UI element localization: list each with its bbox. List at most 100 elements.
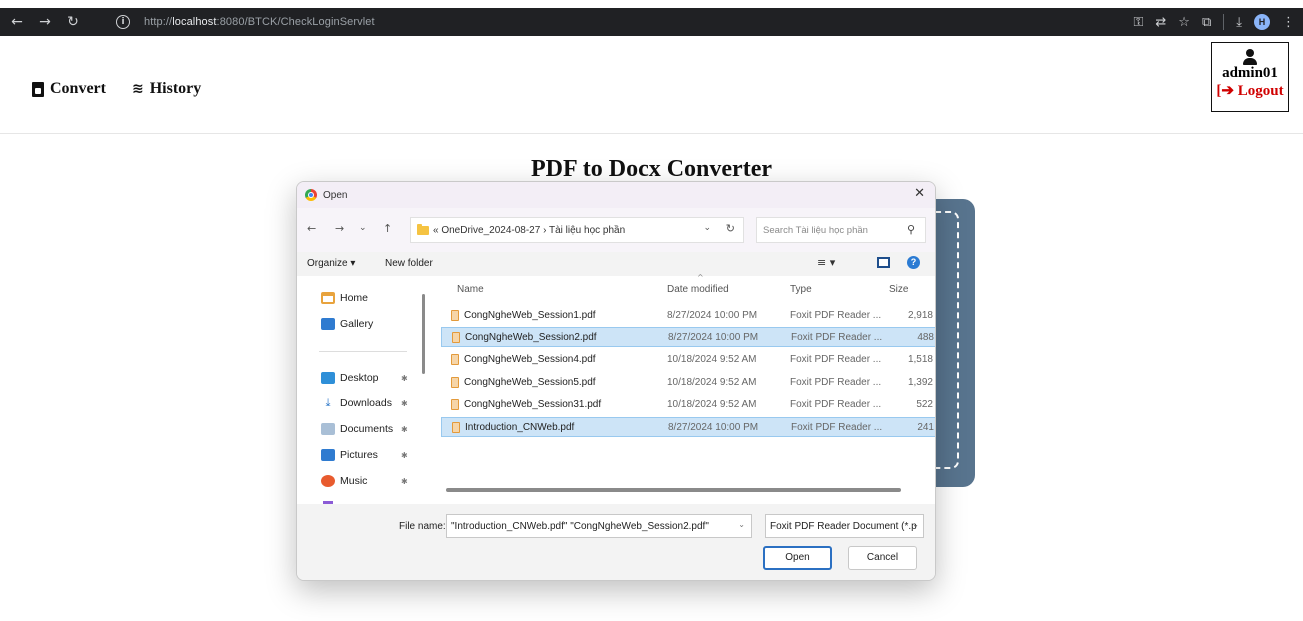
path-breadcrumb[interactable]: « OneDrive_2024-08-27 › Tài liệu học phầ… xyxy=(410,217,744,243)
url-text[interactable]: http://localhost:8080/BTCK/CheckLoginSer… xyxy=(144,16,375,28)
file-name-cell: CongNgheWeb_Session2.pdf xyxy=(452,331,597,343)
file-name-text: Introduction_CNWeb.pdf xyxy=(465,421,575,433)
pdf-file-icon xyxy=(451,309,459,321)
horizontal-scrollbar[interactable] xyxy=(446,488,901,492)
browser-actions: ⚿ ⇄ ☆ ⧉ ⤓ H ⋮ xyxy=(1133,11,1295,33)
file-row[interactable]: CongNgheWeb_Session1.pdf 8/27/2024 10:00 … xyxy=(441,305,935,325)
sidebar-item-label: Pictures xyxy=(340,449,378,461)
chevron-down-icon[interactable]: ⌄ xyxy=(738,520,745,529)
path-text: « OneDrive_2024-08-27 › Tài liệu học phầ… xyxy=(433,224,626,236)
file-size-cell: 1,518 xyxy=(907,353,933,365)
up-arrow-icon[interactable]: ↑ xyxy=(383,222,392,235)
file-row[interactable]: Introduction_CNWeb.pdf 8/27/2024 10:00 PM… xyxy=(441,417,935,437)
sidebar-divider xyxy=(319,351,407,352)
file-name-cell: CongNgheWeb_Session1.pdf xyxy=(451,309,596,321)
file-name-input[interactable]: "Introduction_CNWeb.pdf" "CongNgheWeb_Se… xyxy=(446,514,752,538)
reload-icon[interactable]: ↻ xyxy=(62,11,84,33)
chrome-icon xyxy=(305,189,317,201)
file-type-cell: Foxit PDF Reader ... xyxy=(790,398,882,410)
dialog-footer: File name: "Introduction_CNWeb.pdf" "Con… xyxy=(297,504,935,580)
dialog-address-row: ← → ⌄ ↑ « OneDrive_2024-08-27 › Tài liệu… xyxy=(297,208,935,252)
new-folder-button[interactable]: New folder xyxy=(385,258,433,269)
sidebar-item-music[interactable]: Music xyxy=(321,475,367,487)
url-host: localhost xyxy=(172,16,217,28)
pdf-file-icon xyxy=(452,331,460,343)
file-name-text: CongNgheWeb_Session4.pdf xyxy=(464,353,596,365)
nav-history-link[interactable]: ≋ History xyxy=(132,80,201,98)
sidebar-item-downloads[interactable]: ⤓ Downloads xyxy=(321,396,392,410)
forward-arrow-icon[interactable]: → xyxy=(34,11,56,33)
file-type-cell: Foxit PDF Reader ... xyxy=(791,421,883,433)
file-size-cell: 241 xyxy=(917,421,934,433)
file-size-cell: 1,392 xyxy=(907,376,933,388)
open-button[interactable]: Open xyxy=(763,546,832,570)
navigation-pane: Home Gallery Desktop ✱ ⤓ Downloads ✱ Docu… xyxy=(297,276,435,506)
file-name-text: CongNgheWeb_Session31.pdf xyxy=(464,398,602,410)
sidebar-item-label: Gallery xyxy=(340,318,374,330)
bookmark-star-icon[interactable]: ☆ xyxy=(1178,15,1190,30)
back-arrow-icon[interactable]: ← xyxy=(6,11,28,33)
extensions-icon[interactable]: ⧉ xyxy=(1202,15,1211,30)
nav-convert-label: Convert xyxy=(50,80,106,97)
pdf-file-icon xyxy=(452,421,460,433)
file-date-cell: 8/27/2024 10:00 PM xyxy=(668,421,759,433)
sidebar-item-desktop[interactable]: Desktop xyxy=(321,372,379,384)
forward-arrow-icon[interactable]: → xyxy=(335,222,344,235)
site-info-icon[interactable]: i xyxy=(116,15,130,29)
column-header-type[interactable]: Type xyxy=(790,284,812,295)
file-row[interactable]: CongNgheWeb_Session5.pdf 10/18/2024 9:52 … xyxy=(441,372,935,392)
download-icon[interactable]: ⤓ xyxy=(1236,15,1242,30)
layers-icon: ≋ xyxy=(132,81,144,97)
file-date-cell: 8/27/2024 10:00 PM xyxy=(668,331,759,343)
cancel-button[interactable]: Cancel xyxy=(848,546,917,570)
search-input[interactable]: Search Tài liệu học phần ⚲ xyxy=(756,217,926,243)
column-header-size[interactable]: Size xyxy=(889,284,908,295)
menu-kebab-icon[interactable]: ⋮ xyxy=(1282,15,1295,30)
preview-pane-icon[interactable] xyxy=(877,257,890,268)
back-arrow-icon[interactable]: ← xyxy=(307,222,316,235)
file-type-select[interactable]: Foxit PDF Reader Document (*.p ⌄ xyxy=(765,514,924,538)
file-date-cell: 10/18/2024 9:52 AM xyxy=(667,376,757,388)
file-row[interactable]: CongNgheWeb_Session2.pdf 8/27/2024 10:00 … xyxy=(441,327,935,347)
home-icon xyxy=(321,292,335,304)
dialog-toolbar: Organize ▾ New folder ≡ ▾ ? xyxy=(297,252,935,276)
sidebar-item-home[interactable]: Home xyxy=(321,292,368,304)
file-row[interactable]: CongNgheWeb_Session4.pdf 10/18/2024 9:52 … xyxy=(441,349,935,369)
column-header-name[interactable]: Name xyxy=(457,284,484,295)
user-icon xyxy=(1243,49,1257,65)
address-bar[interactable]: i http://localhost:8080/BTCK/CheckLoginS… xyxy=(108,11,1163,33)
sidebar-scrollbar[interactable] xyxy=(422,294,425,374)
password-key-icon[interactable]: ⚿ xyxy=(1133,15,1143,30)
chevron-down-icon[interactable]: ⌄ xyxy=(703,223,711,233)
pin-icon: ✱ xyxy=(401,374,408,383)
url-prefix: http:// xyxy=(144,16,173,28)
help-icon[interactable]: ? xyxy=(907,256,920,269)
sidebar-item-documents[interactable]: Documents xyxy=(321,423,393,435)
pdf-file-icon xyxy=(451,353,459,365)
gallery-icon xyxy=(321,318,335,330)
pdf-file-icon xyxy=(451,398,459,410)
file-row[interactable]: CongNgheWeb_Session31.pdf 10/18/2024 9:52… xyxy=(441,394,935,414)
pictures-icon xyxy=(321,449,335,461)
pin-icon: ✱ xyxy=(401,425,408,434)
logout-link[interactable]: [➔ Logout xyxy=(1212,82,1288,100)
sort-ascending-icon: ^ xyxy=(697,273,704,282)
sidebar-item-gallery[interactable]: Gallery xyxy=(321,318,373,330)
sidebar-item-label: Home xyxy=(340,292,369,304)
desktop-icon xyxy=(321,372,335,384)
refresh-icon[interactable]: ↻ xyxy=(726,222,735,235)
profile-avatar[interactable]: H xyxy=(1254,14,1270,30)
sidebar-item-pictures[interactable]: Pictures xyxy=(321,449,378,461)
translate-icon[interactable]: ⇄ xyxy=(1155,15,1166,30)
file-name-text: CongNgheWeb_Session2.pdf xyxy=(465,331,597,343)
page-title: PDF to Docx Converter xyxy=(530,156,773,182)
organize-button[interactable]: Organize ▾ xyxy=(307,258,355,269)
view-options-icon[interactable]: ≡ ▾ xyxy=(817,256,835,269)
column-header-date[interactable]: Date modified xyxy=(667,284,729,295)
recent-locations-icon[interactable]: ⌄ xyxy=(359,223,367,233)
pin-icon: ✱ xyxy=(401,477,408,486)
nav-convert-link[interactable]: Convert xyxy=(32,80,106,98)
sidebar-item-label: Downloads xyxy=(340,397,392,409)
downloads-icon: ⤓ xyxy=(325,396,331,409)
close-icon[interactable]: ✕ xyxy=(914,186,925,201)
